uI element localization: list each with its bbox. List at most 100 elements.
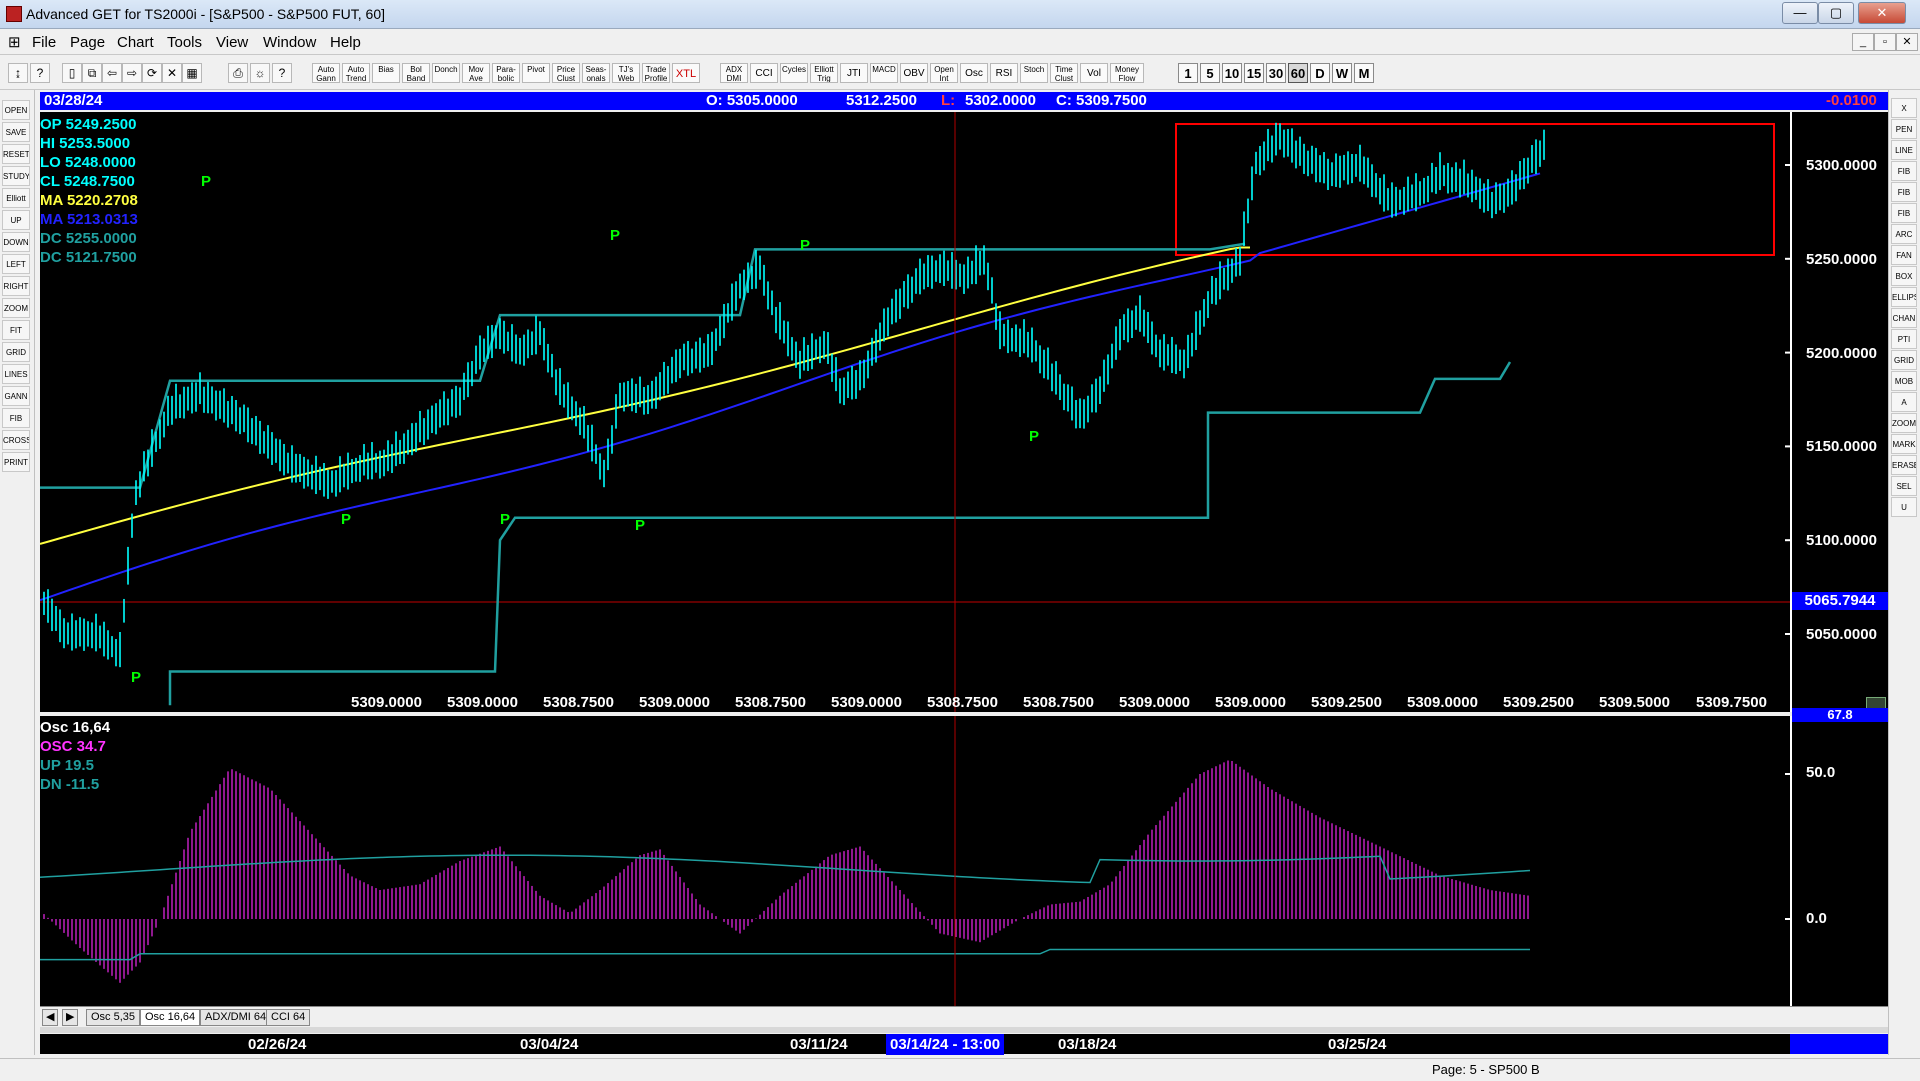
left-tool-grid-icon[interactable]: GRID — [2, 342, 30, 362]
menu-tools[interactable]: Tools — [167, 34, 202, 51]
left-tool-reset-icon[interactable]: RESET — [2, 144, 30, 164]
price-chart-svg[interactable]: P P P P P P P P — [40, 112, 1888, 712]
left-tool-study-icon[interactable]: STUDY — [2, 166, 30, 186]
right-tool-mob-icon[interactable]: MOB — [1891, 371, 1917, 391]
help-question-icon[interactable]: ? — [30, 63, 50, 83]
right-tool-x-icon[interactable]: X — [1891, 98, 1917, 118]
right-tool-line-icon[interactable]: LINE — [1891, 140, 1917, 160]
tjs-web-button[interactable]: TJ's Web — [612, 63, 640, 83]
mdi-minimize-button[interactable]: _ — [1852, 33, 1874, 51]
tf-5-button[interactable]: 5 — [1200, 63, 1220, 83]
tab-adx-dmi-64[interactable]: ADX/DMI 64 — [200, 1009, 272, 1026]
jti-button[interactable]: JTI — [840, 63, 868, 83]
right-tool-u-icon[interactable]: U — [1891, 497, 1917, 517]
menu-page[interactable]: Page — [70, 34, 105, 51]
context-help-icon[interactable]: ? — [272, 63, 292, 83]
bol-band-button[interactable]: Bol Band — [402, 63, 430, 83]
tab-next-button[interactable]: ▶ — [62, 1009, 79, 1026]
tab-osc-5-35[interactable]: Osc 5,35 — [86, 1009, 141, 1026]
tab-osc-16-64[interactable]: Osc 16,64 — [140, 1009, 201, 1026]
adx-dmi-button[interactable]: ADX DMI — [720, 63, 748, 83]
document-icon[interactable]: ⊞ — [8, 33, 21, 51]
new-page-icon[interactable]: ▯ — [62, 63, 82, 83]
left-tool-cross-icon[interactable]: CROSS — [2, 430, 30, 450]
donch-button[interactable]: Donch — [432, 63, 460, 83]
osc-button[interactable]: Osc — [960, 63, 988, 83]
right-tool-grid-icon[interactable]: GRID — [1891, 350, 1917, 370]
cci-button[interactable]: CCI — [750, 63, 778, 83]
macd-button[interactable]: MACD — [870, 63, 898, 83]
menu-file[interactable]: File — [32, 34, 56, 51]
left-tool-down-icon[interactable]: DOWN — [2, 232, 30, 252]
right-tool-erase-icon[interactable]: ERASE — [1891, 455, 1917, 475]
trade-profile-button[interactable]: Trade Profile — [642, 63, 670, 83]
oscillator-panel[interactable]: Osc 16,64 OSC 34.7 UP 19.5 DN -11.5 67.8… — [40, 708, 1888, 1006]
right-tool-box-icon[interactable]: BOX — [1891, 266, 1917, 286]
tf-m-button[interactable]: M — [1354, 63, 1374, 83]
right-tool-mark-icon[interactable]: MARK — [1891, 434, 1917, 454]
vol-button[interactable]: Vol — [1080, 63, 1108, 83]
right-tool-a-icon[interactable]: A — [1891, 392, 1917, 412]
tf-1-button[interactable]: 1 — [1178, 63, 1198, 83]
left-tool-lines-icon[interactable]: LINES — [2, 364, 30, 384]
grid-icon[interactable]: ▦ — [182, 63, 202, 83]
hint-icon[interactable]: ☼ — [250, 63, 270, 83]
mdi-restore-button[interactable]: ▫ — [1874, 33, 1896, 51]
price-clust-button[interactable]: Price Clust — [552, 63, 580, 83]
right-tool-fib-ext-icon[interactable]: FIB EXT — [1891, 182, 1917, 202]
menu-view[interactable]: View — [216, 34, 248, 51]
cycles-button[interactable]: Cycles — [780, 63, 808, 83]
left-tool-up-icon[interactable]: UP — [2, 210, 30, 230]
app-icon[interactable] — [6, 6, 22, 22]
money-flow-button[interactable]: Money Flow — [1110, 63, 1144, 83]
oscillator-svg[interactable] — [40, 716, 1888, 1006]
xtl-button[interactable]: XTL — [672, 63, 700, 83]
mdi-close-button[interactable]: ✕ — [1896, 33, 1918, 51]
open-int-button[interactable]: Open Int — [930, 63, 958, 83]
left-tool-left-icon[interactable]: LEFT — [2, 254, 30, 274]
delete-icon[interactable]: ✕ — [162, 63, 182, 83]
pin-icon[interactable]: ↨ — [8, 63, 28, 83]
menu-help[interactable]: Help — [330, 34, 361, 51]
elliott-trig-button[interactable]: Elliott Trig — [810, 63, 838, 83]
close-button[interactable]: ✕ — [1858, 2, 1906, 24]
tf-w-button[interactable]: W — [1332, 63, 1352, 83]
right-tool-fib-ret-icon[interactable]: FIB RET — [1891, 161, 1917, 181]
rsi-button[interactable]: RSI — [990, 63, 1018, 83]
left-tool-gann-icon[interactable]: GANN — [2, 386, 30, 406]
left-tool-save-icon[interactable]: SAVE — [2, 122, 30, 142]
tf-d-button[interactable]: D — [1310, 63, 1330, 83]
auto-gann-button[interactable]: Auto Gann — [312, 63, 340, 83]
copy-icon[interactable]: ⧉ — [82, 63, 102, 83]
right-tool-sel-icon[interactable]: SEL — [1891, 476, 1917, 496]
back-icon[interactable]: ⇦ — [102, 63, 122, 83]
left-tool-fib-icon[interactable]: FIB — [2, 408, 30, 428]
tf-60-button[interactable]: 60 — [1288, 63, 1308, 83]
left-tool-zoom-icon[interactable]: ZOOM — [2, 298, 30, 318]
left-tool-fit-icon[interactable]: FIT — [2, 320, 30, 340]
right-tool-arc-icon[interactable]: ARC — [1891, 224, 1917, 244]
horizontal-scrollbar[interactable] — [40, 1027, 1888, 1033]
right-tool-pti-icon[interactable]: PTI — [1891, 329, 1917, 349]
right-tool-fan-icon[interactable]: FAN — [1891, 245, 1917, 265]
tab-cci-64[interactable]: CCI 64 — [266, 1009, 311, 1026]
tf-10-button[interactable]: 10 — [1222, 63, 1242, 83]
tab-prev-button[interactable]: ◀ — [42, 1009, 59, 1026]
right-tool-chan-icon[interactable]: CHAN — [1891, 308, 1917, 328]
parabolic-button[interactable]: Para- bolic — [492, 63, 520, 83]
right-tool-fib-time-icon[interactable]: FIB TIME — [1891, 203, 1917, 223]
left-tool-open-icon[interactable]: OPEN — [2, 100, 30, 120]
tf-30-button[interactable]: 30 — [1266, 63, 1286, 83]
auto-trend-button[interactable]: Auto Trend — [342, 63, 370, 83]
forward-icon[interactable]: ⇨ — [122, 63, 142, 83]
left-tool-elliott-icon[interactable]: Elliott — [2, 188, 30, 208]
time-clust-button[interactable]: Time Clust — [1050, 63, 1078, 83]
mov-ave-button[interactable]: Mov Ave — [462, 63, 490, 83]
refresh-icon[interactable]: ⟳ — [142, 63, 162, 83]
right-tool-ellipse-icon[interactable]: ELLIPSE — [1891, 287, 1917, 307]
print-icon[interactable]: ⎙ — [228, 63, 248, 83]
left-tool-print-icon[interactable]: PRINT — [2, 452, 30, 472]
menu-window[interactable]: Window — [263, 34, 316, 51]
right-tool-zoom-icon[interactable]: ZOOM — [1891, 413, 1917, 433]
maximize-button[interactable]: ▢ — [1818, 2, 1854, 24]
